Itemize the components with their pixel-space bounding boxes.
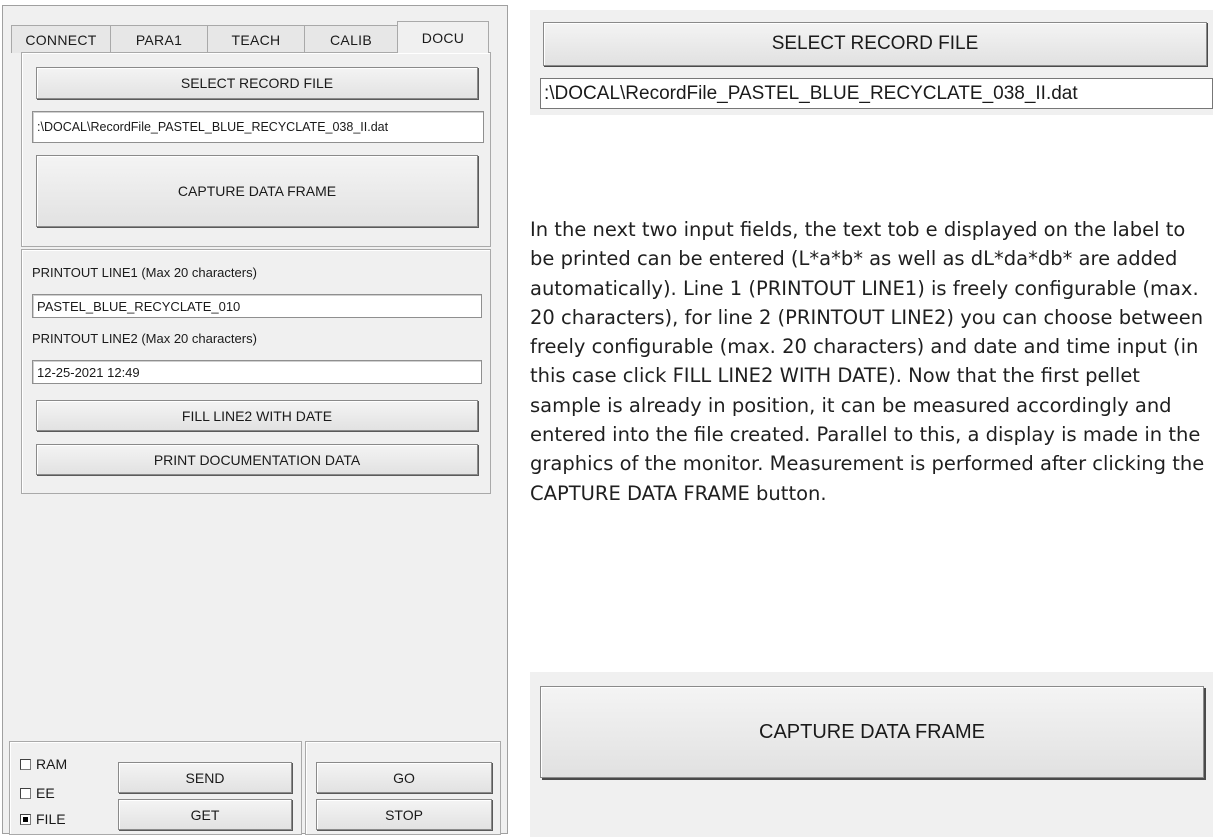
printout-line1-label: PRINTOUT LINE1 (Max 20 characters) bbox=[32, 265, 257, 280]
printout-line2-field[interactable]: 12-25-2021 12:49 bbox=[32, 360, 482, 384]
go-button[interactable]: GO bbox=[316, 762, 492, 793]
tab-bar: CONNECT PARA1 TEACH CALIB DOCU bbox=[11, 21, 489, 53]
run-group: GO STOP bbox=[305, 741, 501, 835]
record-group: SELECT RECORD FILE :\DOCAL\RecordFile_PA… bbox=[21, 52, 491, 247]
ee-checkbox[interactable]: EE bbox=[20, 785, 55, 801]
stop-button[interactable]: STOP bbox=[316, 799, 492, 830]
memory-group: RAM EE FILE SEND GET bbox=[9, 741, 302, 835]
fill-line2-with-date-button[interactable]: FILL LINE2 WITH DATE bbox=[36, 400, 478, 431]
tab-calib[interactable]: CALIB bbox=[304, 25, 398, 53]
ram-checkbox-label: RAM bbox=[36, 756, 68, 772]
software-panel: CONNECT PARA1 TEACH CALIB DOCU SELECT RE… bbox=[2, 5, 508, 835]
tab-docu[interactable]: DOCU bbox=[397, 21, 489, 53]
capture-data-frame-button[interactable]: CAPTURE DATA FRAME bbox=[36, 155, 478, 227]
printout-group: PRINTOUT LINE1 (Max 20 characters) PASTE… bbox=[21, 249, 491, 494]
record-file-path-field[interactable]: :\DOCAL\RecordFile_PASTEL_BLUE_RECYCLATE… bbox=[32, 111, 484, 143]
file-checkbox-label: FILE bbox=[36, 811, 66, 827]
print-documentation-data-button[interactable]: PRINT DOCUMENTATION DATA bbox=[36, 444, 478, 475]
description-paragraph: In the next two input fields, the text t… bbox=[530, 218, 1205, 505]
tab-para1[interactable]: PARA1 bbox=[110, 25, 208, 53]
get-button[interactable]: GET bbox=[118, 799, 292, 830]
send-button[interactable]: SEND bbox=[118, 762, 292, 793]
select-record-file-button[interactable]: SELECT RECORD FILE bbox=[36, 67, 478, 99]
tab-connect[interactable]: CONNECT bbox=[11, 25, 111, 53]
file-checkbox[interactable]: FILE bbox=[20, 811, 66, 827]
ram-checkbox[interactable]: RAM bbox=[20, 756, 67, 772]
file-checkbox-box bbox=[20, 813, 31, 825]
ram-checkbox-box bbox=[20, 758, 31, 770]
tab-teach[interactable]: TEACH bbox=[207, 25, 305, 53]
printout-line1-field[interactable]: PASTEL_BLUE_RECYCLATE_010 bbox=[32, 294, 482, 318]
zoom-record-file-path-field[interactable]: :\DOCAL\RecordFile_PASTEL_BLUE_RECYCLATE… bbox=[540, 78, 1213, 109]
ee-checkbox-label: EE bbox=[36, 785, 55, 801]
zoom-capture-data-frame-button[interactable]: CAPTURE DATA FRAME bbox=[540, 686, 1204, 778]
zoom-record-controls: SELECT RECORD FILE :\DOCAL\RecordFile_PA… bbox=[530, 10, 1213, 115]
zoom-capture-controls: CAPTURE DATA FRAME bbox=[530, 672, 1213, 837]
printout-line2-label: PRINTOUT LINE2 (Max 20 characters) bbox=[32, 331, 257, 346]
ee-checkbox-box bbox=[20, 787, 31, 799]
zoom-select-record-file-button[interactable]: SELECT RECORD FILE bbox=[543, 22, 1207, 66]
